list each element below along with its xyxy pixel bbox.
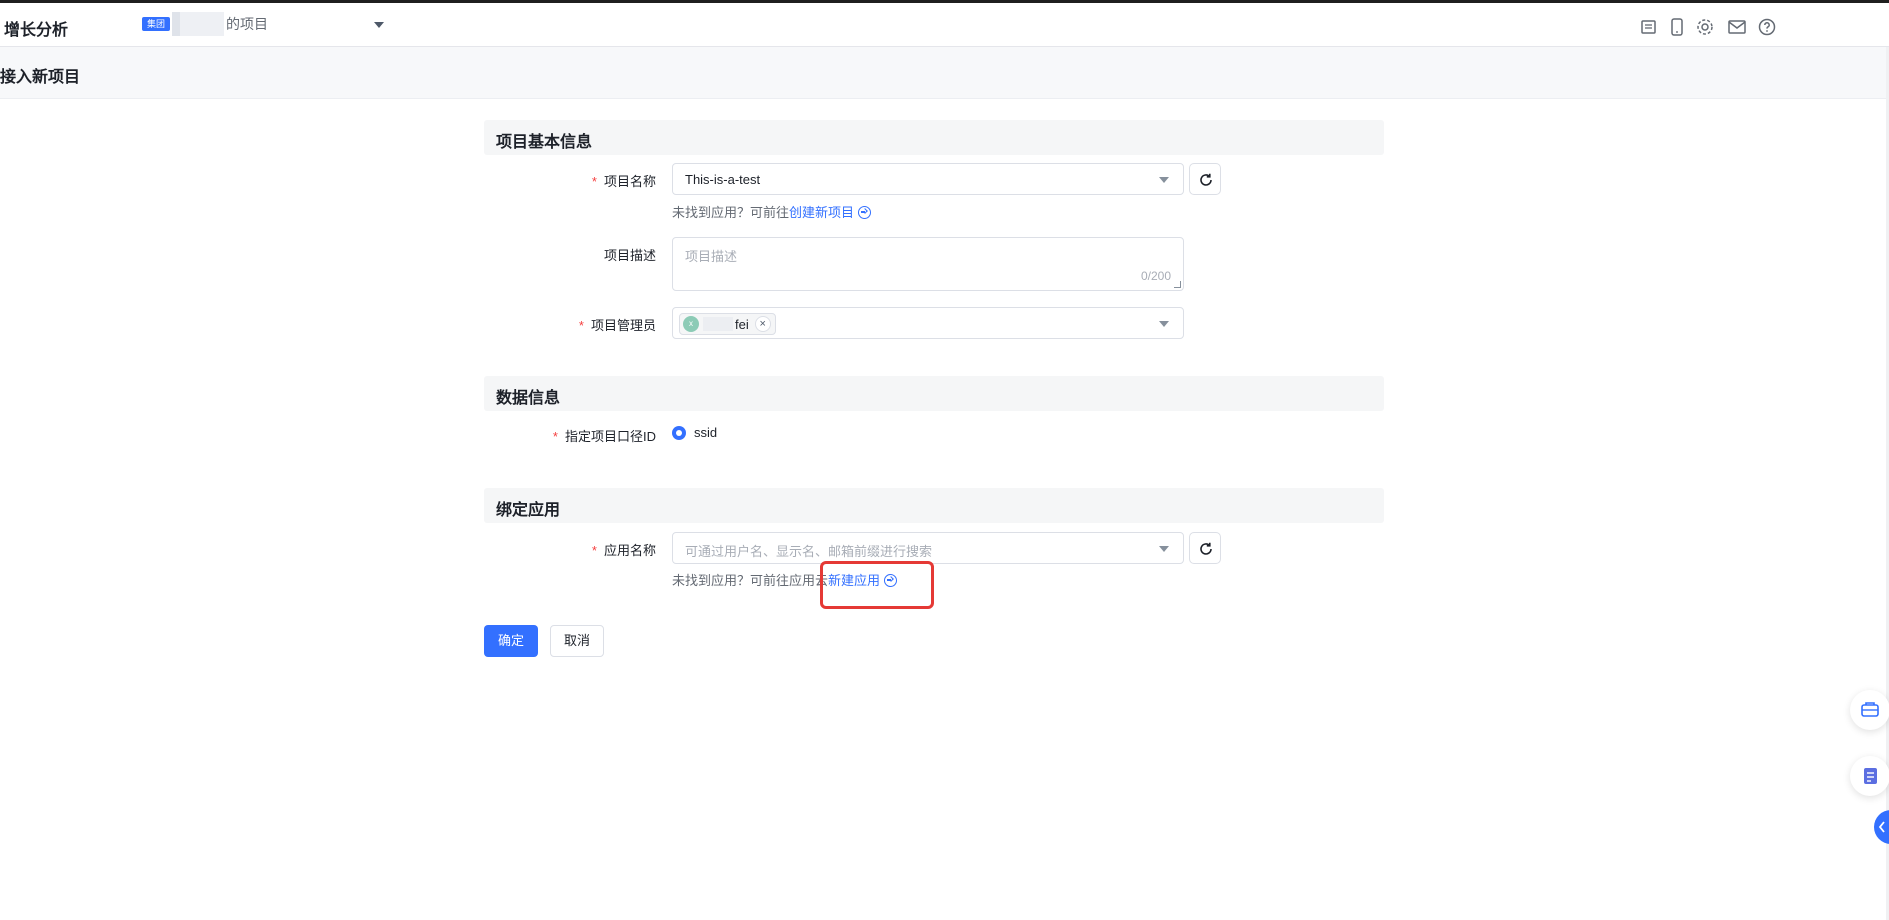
resize-handle[interactable]	[1174, 281, 1181, 288]
section-bind-app: 绑定应用	[484, 488, 1384, 523]
radio-checked-icon[interactable]	[672, 425, 686, 440]
report-icon[interactable]	[1639, 17, 1659, 37]
collapse-float-button[interactable]	[1874, 810, 1889, 844]
refresh-project-button[interactable]	[1189, 163, 1221, 195]
required-mark: *	[591, 174, 597, 189]
mail-icon[interactable]	[1727, 17, 1747, 37]
project-name-label-text: 项目名称	[603, 174, 656, 189]
chevron-down-icon	[1159, 546, 1169, 552]
admin-label: * 项目管理员	[484, 315, 656, 334]
toolbox-float-button[interactable]	[1850, 690, 1889, 730]
refresh-icon	[1200, 173, 1212, 186]
id-type-radio[interactable]: ssid	[672, 425, 717, 440]
highlight-box	[820, 561, 934, 609]
section-title: 项目基本信息	[496, 134, 593, 151]
mobile-icon[interactable]	[1667, 17, 1687, 37]
app-name-label-text: 应用名称	[603, 543, 656, 558]
section-title: 数据信息	[496, 390, 561, 407]
description-placeholder: 项目描述	[685, 249, 738, 264]
close-icon[interactable]: ×	[754, 316, 771, 332]
app-hint-text: 未找到应用？可前往应用云	[672, 573, 829, 588]
org-name-mask	[172, 12, 225, 36]
gear-icon[interactable]	[1695, 17, 1715, 37]
org-selector[interactable]: 集团 的项目	[142, 12, 269, 36]
id-type-label-text: 指定项目口径ID	[564, 429, 656, 444]
required-mark: *	[578, 318, 584, 333]
project-name-value: This-is-a-test	[685, 172, 761, 187]
description-textarea[interactable]: 项目描述 0/200	[672, 237, 1184, 291]
char-count: 0/200	[1140, 269, 1171, 283]
page-title: 接入新项目	[0, 69, 81, 86]
admin-label-text: 项目管理员	[590, 318, 656, 333]
cancel-button[interactable]: 取消	[550, 625, 604, 657]
top-icons	[1639, 17, 1889, 37]
admin-select[interactable]: x fei ×	[672, 307, 1184, 339]
chevron-down-icon	[1159, 321, 1169, 327]
chevron-down-icon	[1159, 177, 1169, 183]
project-hint-text: 未找到应用？可前往	[672, 205, 790, 220]
app-name-select[interactable]: 可通过用户名、显示名、邮箱前缀进行搜索	[672, 532, 1184, 564]
id-type-label: * 指定项目口径ID	[484, 426, 656, 445]
app-name-placeholder: 可通过用户名、显示名、邮箱前缀进行搜索	[685, 544, 933, 559]
section-title: 绑定应用	[496, 502, 561, 519]
org-dropdown-icon[interactable]	[374, 22, 384, 28]
project-hint: 未找到应用？可前往创建新项目	[672, 202, 872, 221]
toolbox-icon	[1861, 702, 1879, 717]
chevron-left-icon	[1878, 821, 1885, 833]
section-basic-info: 项目基本信息	[484, 120, 1384, 155]
section-data-info: 数据信息	[484, 376, 1384, 411]
page-header: 接入新项目	[0, 47, 1889, 99]
app-title: 增长分析	[4, 22, 69, 39]
top-bar: 增长分析 集团 的项目	[0, 0, 1889, 47]
project-name-select[interactable]: This-is-a-test	[672, 163, 1184, 195]
required-mark: *	[552, 429, 558, 444]
confirm-button[interactable]: 确定	[484, 625, 538, 657]
project-name-label: * 项目名称	[484, 171, 656, 190]
radio-label: ssid	[694, 425, 718, 440]
org-tag: 集团	[142, 17, 171, 31]
app-name-label: * 应用名称	[484, 540, 656, 559]
create-project-link[interactable]: 创建新项目	[789, 205, 854, 220]
help-icon[interactable]	[1757, 17, 1777, 37]
docs-float-button[interactable]	[1850, 756, 1889, 796]
avatar: x	[683, 316, 699, 332]
admin-tag: x fei ×	[679, 313, 776, 335]
required-mark: *	[591, 543, 597, 558]
name-mask	[703, 317, 733, 331]
refresh-app-button[interactable]	[1189, 532, 1221, 564]
refresh-icon	[1200, 542, 1212, 555]
arrow-right-circle-icon[interactable]	[858, 206, 872, 219]
admin-tag-text: fei	[735, 316, 749, 332]
org-suffix: 的项目	[226, 16, 269, 32]
document-icon	[1864, 768, 1877, 784]
description-label: 项目描述	[603, 248, 656, 263]
